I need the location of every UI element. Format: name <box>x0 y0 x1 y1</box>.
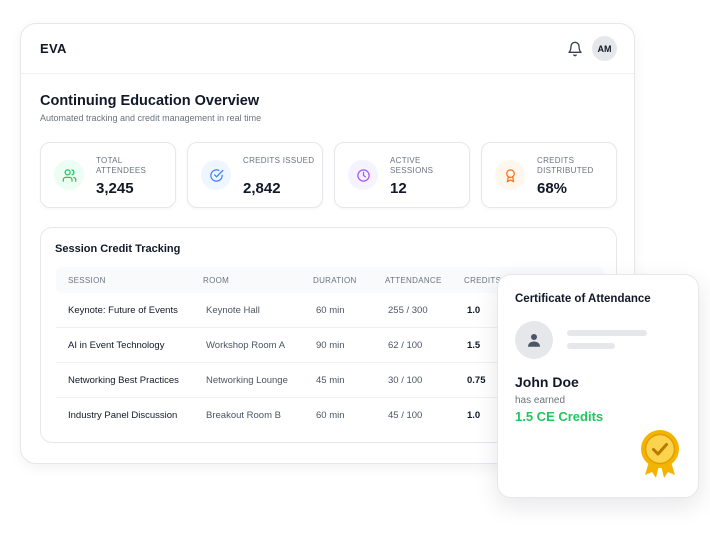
cell-duration: 90 min <box>316 340 345 351</box>
cell-room: Breakout Room B <box>206 410 281 421</box>
stat-card-active-sessions[interactable]: ACTIVE SESSIONS 12 <box>334 142 470 208</box>
cell-credits: 1.0 <box>467 305 481 316</box>
stat-value: 2,842 <box>243 180 281 197</box>
cell-credits: 1.5 <box>467 340 481 351</box>
column-header-session[interactable]: SESSION <box>68 276 106 285</box>
column-header-credits[interactable]: CREDITS <box>464 276 501 285</box>
user-avatar[interactable]: AM <box>592 36 617 61</box>
cell-session: Industry Panel Discussion <box>68 410 178 421</box>
stat-value: 12 <box>390 180 407 197</box>
cell-attendance: 30 / 100 <box>388 375 423 386</box>
page-title: Continuing Education Overview <box>40 93 260 109</box>
cell-duration: 60 min <box>316 305 345 316</box>
cell-room: Keynote Hall <box>206 305 260 316</box>
clock-icon <box>348 160 378 190</box>
stat-card-total-attendees[interactable]: TOTAL ATTENDEES 3,245 <box>40 142 176 208</box>
column-header-duration[interactable]: DURATION <box>313 276 357 285</box>
stat-label: CREDITS DISTRIBUTED <box>537 156 594 175</box>
cell-room: Workshop Room A <box>206 340 286 351</box>
stat-card-credits-issued[interactable]: CREDITS ISSUED 2,842 <box>187 142 323 208</box>
award-icon <box>495 160 525 190</box>
stat-value: 3,245 <box>96 180 134 197</box>
certificate-card[interactable]: Certificate of Attendance John Doe has e… <box>497 274 699 498</box>
cell-session: Keynote: Future of Events <box>68 305 178 316</box>
certificate-title: Certificate of Attendance <box>515 293 651 305</box>
cell-duration: 45 min <box>316 375 345 386</box>
placeholder-line <box>567 343 615 349</box>
panel-title: Session Credit Tracking <box>55 243 181 255</box>
recipient-name: John Doe <box>515 374 579 390</box>
check-circle-icon <box>201 160 231 190</box>
column-header-attendance[interactable]: ATTENDANCE <box>385 276 442 285</box>
placeholder-line <box>567 330 647 336</box>
bell-icon[interactable] <box>567 40 583 58</box>
stat-value: 68% <box>537 180 568 197</box>
cell-session: AI in Event Technology <box>68 340 165 351</box>
column-header-room[interactable]: ROOM <box>203 276 229 285</box>
stat-label: CREDITS ISSUED <box>243 156 315 165</box>
brand-logo[interactable]: EVA <box>40 41 67 56</box>
top-bar: EVA AM <box>21 24 634 74</box>
earned-credits: 1.5 CE Credits <box>515 409 604 424</box>
users-icon <box>54 160 84 190</box>
cell-room: Networking Lounge <box>206 375 288 386</box>
page-subtitle: Automated tracking and credit management… <box>40 113 262 123</box>
cell-credits: 1.0 <box>467 410 481 421</box>
cell-credits: 0.75 <box>467 375 486 386</box>
stat-label: ACTIVE SESSIONS <box>390 156 434 175</box>
earned-label: has earned <box>515 395 566 406</box>
cell-attendance: 255 / 300 <box>388 305 428 316</box>
cell-attendance: 45 / 100 <box>388 410 423 421</box>
stat-label: TOTAL ATTENDEES <box>96 156 147 175</box>
award-badge-icon <box>641 430 679 478</box>
cell-duration: 60 min <box>316 410 345 421</box>
cell-session: Networking Best Practices <box>68 375 179 386</box>
person-avatar-icon <box>515 321 553 359</box>
cell-attendance: 62 / 100 <box>388 340 423 351</box>
stat-card-credits-distributed[interactable]: CREDITS DISTRIBUTED 68% <box>481 142 617 208</box>
